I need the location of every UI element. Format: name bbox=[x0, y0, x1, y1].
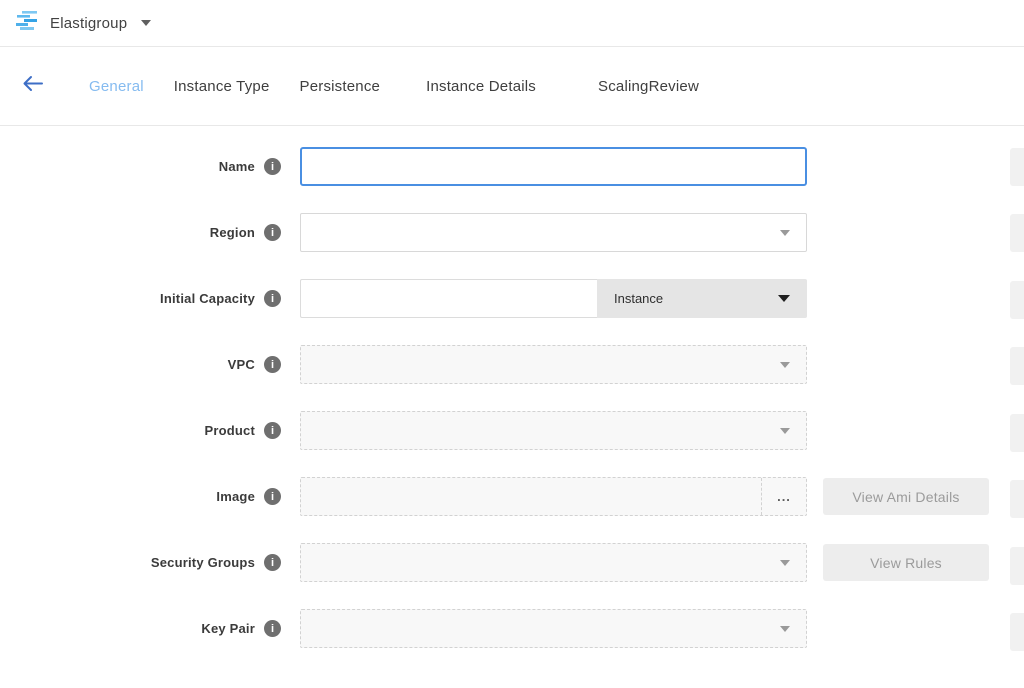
initial-capacity-input[interactable] bbox=[300, 279, 597, 318]
region-label: Region bbox=[210, 225, 255, 240]
edge-artifact bbox=[1010, 214, 1024, 252]
tab-scaling[interactable]: Scaling bbox=[598, 78, 649, 95]
tab-review[interactable]: Review bbox=[649, 78, 699, 95]
region-select[interactable] bbox=[300, 213, 807, 252]
edge-artifact bbox=[1010, 480, 1024, 518]
edge-artifact bbox=[1010, 414, 1024, 452]
security-groups-label: Security Groups bbox=[151, 555, 255, 570]
form-row-key-pair: Key Pair i bbox=[0, 609, 1024, 648]
app-title: Elastigroup bbox=[50, 15, 127, 32]
info-icon[interactable]: i bbox=[264, 158, 281, 175]
initial-capacity-control: Instance bbox=[300, 279, 807, 318]
edge-artifact bbox=[1010, 347, 1024, 385]
tab-persistence[interactable]: Persistence bbox=[300, 78, 381, 95]
capacity-unit-value: Instance bbox=[614, 291, 663, 306]
info-icon[interactable]: i bbox=[264, 620, 281, 637]
caret-down-icon bbox=[778, 295, 790, 302]
form-row-image: Image i ... View Ami Details bbox=[0, 477, 1024, 516]
caret-down-icon bbox=[780, 626, 790, 632]
product-label: Product bbox=[204, 423, 255, 438]
wizard-tab-bar: General Instance Type Persistence Instan… bbox=[0, 47, 1024, 126]
elastigroup-product-switcher[interactable]: Elastigroup bbox=[15, 10, 151, 37]
name-label: Name bbox=[219, 159, 255, 174]
edge-artifact bbox=[1010, 613, 1024, 651]
edge-artifact bbox=[1010, 148, 1024, 186]
key-pair-select[interactable] bbox=[300, 609, 807, 648]
view-rules-button[interactable]: View Rules bbox=[823, 544, 989, 581]
tab-instance-details[interactable]: Instance Details bbox=[426, 78, 536, 95]
info-icon[interactable]: i bbox=[264, 488, 281, 505]
elastigroup-logo-icon bbox=[15, 10, 40, 37]
edge-artifact bbox=[1010, 547, 1024, 585]
info-icon[interactable]: i bbox=[264, 224, 281, 241]
form-row-name: Name i bbox=[0, 147, 1024, 186]
capacity-unit-select[interactable]: Instance bbox=[597, 279, 807, 318]
info-icon[interactable]: i bbox=[264, 554, 281, 571]
form-row-security-groups: Security Groups i View Rules bbox=[0, 543, 1024, 582]
general-settings-form: Name i Region i Initial Capacity i Insta… bbox=[0, 126, 1024, 648]
chevron-down-icon bbox=[141, 20, 151, 26]
arrow-left-icon bbox=[22, 75, 43, 97]
caret-down-icon bbox=[780, 560, 790, 566]
key-pair-label: Key Pair bbox=[201, 621, 255, 636]
info-icon[interactable]: i bbox=[264, 356, 281, 373]
form-row-vpc: VPC i bbox=[0, 345, 1024, 384]
image-label: Image bbox=[216, 489, 255, 504]
product-select[interactable] bbox=[300, 411, 807, 450]
tab-instance-type[interactable]: Instance Type bbox=[174, 78, 270, 95]
security-groups-select[interactable] bbox=[300, 543, 807, 582]
back-button[interactable] bbox=[22, 75, 43, 97]
caret-down-icon bbox=[780, 362, 790, 368]
caret-down-icon bbox=[780, 230, 790, 236]
vpc-select[interactable] bbox=[300, 345, 807, 384]
caret-down-icon bbox=[780, 428, 790, 434]
info-icon[interactable]: i bbox=[264, 422, 281, 439]
vpc-label: VPC bbox=[228, 357, 255, 372]
image-input[interactable] bbox=[301, 478, 761, 515]
top-bar: Elastigroup bbox=[0, 0, 1024, 47]
form-row-initial-capacity: Initial Capacity i Instance bbox=[0, 279, 1024, 318]
form-row-region: Region i bbox=[0, 213, 1024, 252]
image-field: ... bbox=[300, 477, 807, 516]
image-browse-button[interactable]: ... bbox=[761, 478, 806, 515]
initial-capacity-label: Initial Capacity bbox=[160, 291, 255, 306]
view-ami-details-button[interactable]: View Ami Details bbox=[823, 478, 989, 515]
form-row-product: Product i bbox=[0, 411, 1024, 450]
name-input[interactable] bbox=[300, 147, 807, 186]
tab-general[interactable]: General bbox=[89, 78, 144, 95]
edge-artifact bbox=[1010, 281, 1024, 319]
info-icon[interactable]: i bbox=[264, 290, 281, 307]
